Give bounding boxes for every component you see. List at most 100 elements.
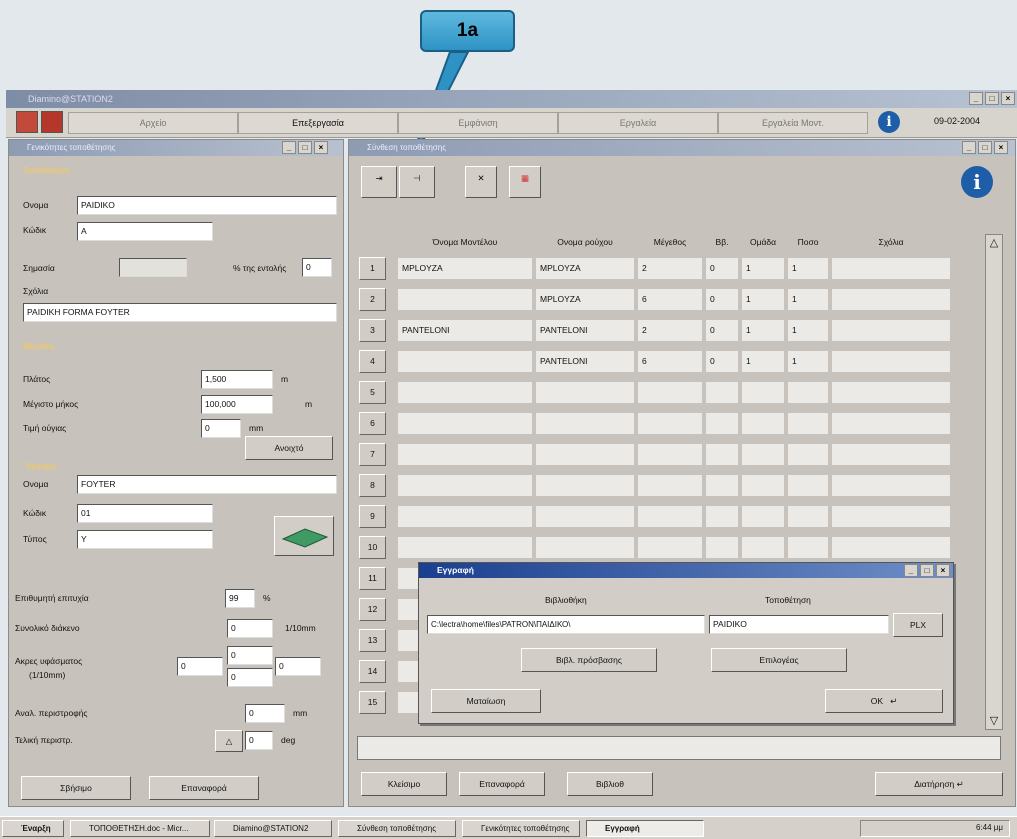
table-row[interactable]: 2 MPLOYZA 6 0 1 1 bbox=[359, 288, 974, 312]
table-cell[interactable] bbox=[637, 412, 703, 435]
menu-edit[interactable]: Επεξεργασία bbox=[238, 112, 398, 134]
triangle-icon[interactable]: △ bbox=[215, 730, 243, 752]
table-cell[interactable]: 6 bbox=[637, 288, 703, 311]
table-cell[interactable]: 2 bbox=[637, 319, 703, 342]
table-cell[interactable] bbox=[831, 288, 951, 311]
table-cell[interactable] bbox=[831, 381, 951, 404]
table-cell[interactable] bbox=[397, 288, 533, 311]
table-cell[interactable] bbox=[741, 443, 785, 466]
ok-button[interactable]: OK ↵ bbox=[825, 689, 943, 713]
table-scrollbar[interactable]: △ ▽ bbox=[985, 234, 1003, 730]
table-row[interactable]: 10 bbox=[359, 536, 974, 560]
table-cell[interactable] bbox=[741, 536, 785, 559]
place-arrow-icon[interactable]: ⇥ bbox=[361, 166, 397, 198]
table-cell[interactable]: 1 bbox=[787, 319, 829, 342]
task-save[interactable]: Εγγραφή bbox=[586, 820, 704, 837]
start-button[interactable]: Έναρξη bbox=[2, 820, 64, 837]
edge-bottom-input[interactable]: 0 bbox=[227, 668, 273, 687]
row-number-button[interactable]: 15 bbox=[359, 691, 386, 714]
tool-icon[interactable] bbox=[41, 111, 63, 133]
edge-right-input[interactable]: 0 bbox=[275, 657, 321, 676]
table-cell[interactable] bbox=[535, 536, 635, 559]
table-cell[interactable]: 0 bbox=[705, 319, 739, 342]
table-cell[interactable]: 0 bbox=[705, 288, 739, 311]
row-number-button[interactable]: 5 bbox=[359, 381, 386, 404]
table-cell[interactable] bbox=[535, 381, 635, 404]
task-general[interactable]: Γενικότητες τοποθέτησης bbox=[462, 820, 580, 837]
edge-left-input[interactable]: 0 bbox=[177, 657, 223, 676]
access-library-button[interactable]: Βιβλ. πρόσβασης bbox=[521, 648, 657, 672]
table-cell[interactable] bbox=[831, 319, 951, 342]
extension-button[interactable]: PLX bbox=[893, 613, 943, 637]
cross-icon[interactable]: ✕ bbox=[465, 166, 497, 198]
table-cell[interactable] bbox=[831, 505, 951, 528]
joint-input[interactable]: 0 bbox=[201, 419, 241, 438]
table-cell[interactable]: 1 bbox=[741, 288, 785, 311]
table-cell[interactable] bbox=[637, 443, 703, 466]
row-number-button[interactable]: 12 bbox=[359, 598, 386, 621]
info-icon[interactable]: i bbox=[878, 111, 900, 133]
table-row[interactable]: 4 PANTELONI 6 0 1 1 bbox=[359, 350, 974, 374]
row-number-button[interactable]: 1 bbox=[359, 257, 386, 280]
table-cell[interactable] bbox=[705, 536, 739, 559]
table-cell[interactable] bbox=[787, 443, 829, 466]
maxlen-input[interactable]: 100,000 bbox=[201, 395, 273, 414]
table-cell[interactable]: MPLOYZA bbox=[535, 288, 635, 311]
left-minimize-button[interactable]: _ bbox=[282, 141, 296, 154]
menu-view[interactable]: Εμφάνιση bbox=[398, 112, 558, 134]
table-cell[interactable]: MPLOYZA bbox=[397, 257, 533, 280]
table-cell[interactable]: 0 bbox=[705, 257, 739, 280]
table-cell[interactable] bbox=[397, 536, 533, 559]
table-cell[interactable] bbox=[535, 474, 635, 497]
table-cell[interactable]: 1 bbox=[787, 288, 829, 311]
table-cell[interactable]: PANTELONI bbox=[535, 319, 635, 342]
cancel-button[interactable]: Ματαίωση bbox=[431, 689, 541, 713]
minimize-button[interactable]: _ bbox=[969, 92, 983, 105]
dialog-maximize-button[interactable]: □ bbox=[920, 564, 934, 577]
erase-button[interactable]: Σβήσιμο bbox=[21, 776, 131, 800]
table-cell[interactable] bbox=[397, 412, 533, 435]
open-button[interactable]: Ανοιχτό bbox=[245, 436, 333, 460]
table-row[interactable]: 6 bbox=[359, 412, 974, 436]
table-cell[interactable] bbox=[787, 505, 829, 528]
final-rotation-input[interactable]: 0 bbox=[245, 731, 273, 750]
table-cell[interactable] bbox=[397, 474, 533, 497]
close-button[interactable]: × bbox=[1001, 92, 1015, 105]
table-cell[interactable] bbox=[637, 381, 703, 404]
table-cell[interactable] bbox=[397, 443, 533, 466]
table-cell[interactable]: MPLOYZA bbox=[535, 257, 635, 280]
scroll-up-icon[interactable]: △ bbox=[986, 235, 1002, 251]
task-composition[interactable]: Σύνθεση τοποθέτησης bbox=[338, 820, 456, 837]
table-cell[interactable] bbox=[535, 412, 635, 435]
table-cell[interactable] bbox=[705, 505, 739, 528]
fabric-preview-button[interactable] bbox=[274, 516, 334, 556]
table-cell[interactable] bbox=[831, 536, 951, 559]
table-cell[interactable]: 6 bbox=[637, 350, 703, 373]
order-input[interactable]: 0 bbox=[302, 258, 332, 277]
reset-button-right[interactable]: Επαναφορά bbox=[459, 772, 545, 796]
table-cell[interactable] bbox=[787, 381, 829, 404]
table-cell[interactable] bbox=[705, 412, 739, 435]
width-input[interactable]: 1,500 bbox=[201, 370, 273, 389]
table-cell[interactable] bbox=[535, 505, 635, 528]
table-row[interactable]: 8 bbox=[359, 474, 974, 498]
row-number-button[interactable]: 6 bbox=[359, 412, 386, 435]
app-logo-icon[interactable] bbox=[16, 111, 38, 133]
delete-model-icon[interactable]: ▦ bbox=[509, 166, 541, 198]
row-number-button[interactable]: 14 bbox=[359, 660, 386, 683]
left-close-button[interactable]: × bbox=[314, 141, 328, 154]
table-cell[interactable] bbox=[741, 412, 785, 435]
table-row[interactable]: 3 PANTELONI PANTELONI 2 0 1 1 bbox=[359, 319, 974, 343]
right-maximize-button[interactable]: □ bbox=[978, 141, 992, 154]
selector-button[interactable]: Επιλογέας bbox=[711, 648, 847, 672]
table-cell[interactable] bbox=[637, 536, 703, 559]
name-input[interactable]: PAIDIKO bbox=[77, 196, 337, 215]
fabric-type-input[interactable]: Y bbox=[77, 530, 213, 549]
row-number-button[interactable]: 2 bbox=[359, 288, 386, 311]
table-cell[interactable] bbox=[831, 474, 951, 497]
code-input[interactable]: A bbox=[77, 222, 213, 241]
row-number-button[interactable]: 10 bbox=[359, 536, 386, 559]
table-cell[interactable]: 1 bbox=[741, 350, 785, 373]
mark-input[interactable] bbox=[119, 258, 187, 277]
row-number-button[interactable]: 3 bbox=[359, 319, 386, 342]
